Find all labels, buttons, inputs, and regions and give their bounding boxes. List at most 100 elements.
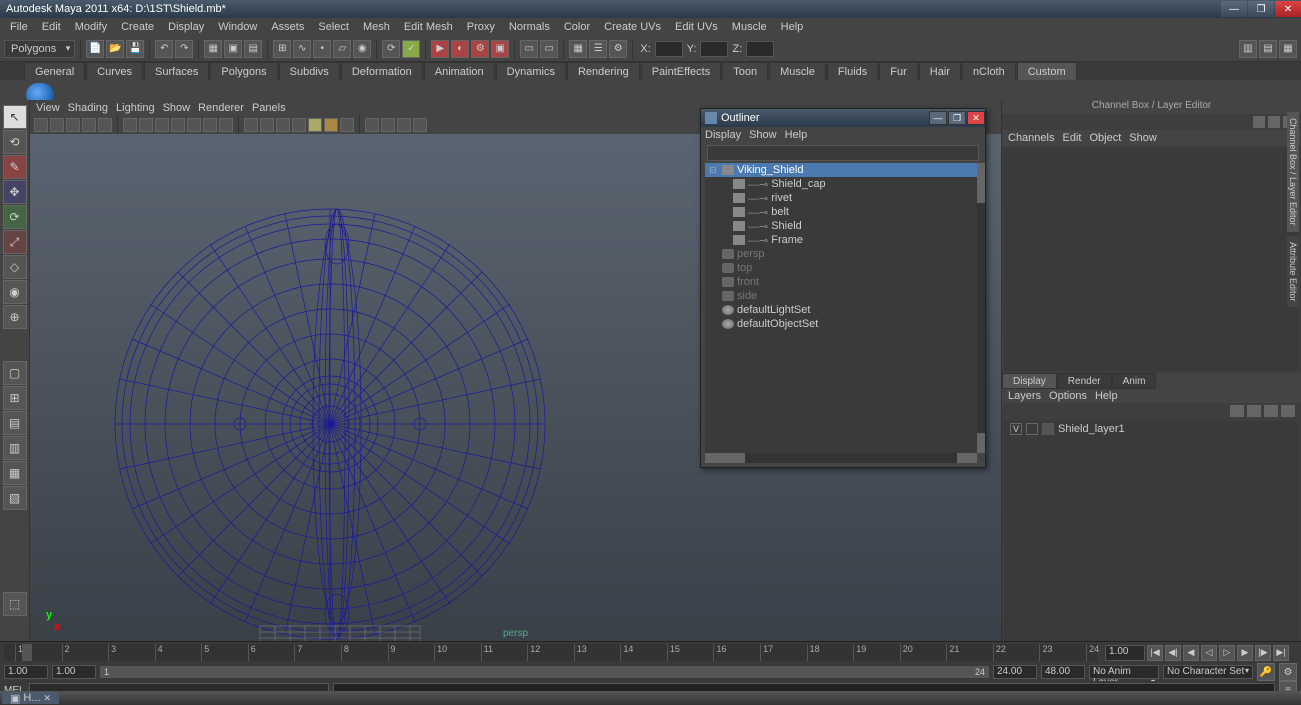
new-scene-icon[interactable]: 📄 [86, 40, 104, 58]
ch-menu-channels[interactable]: Channels [1008, 132, 1054, 144]
four-view-icon[interactable]: ⊞ [3, 386, 27, 410]
render-view-icon[interactable]: ▣ [491, 40, 509, 58]
step-forward-key-icon[interactable]: |▶ [1255, 645, 1271, 661]
vp-resolution-gate-icon[interactable] [155, 118, 169, 132]
range-track[interactable]: 1 24 [100, 666, 989, 678]
outliner-item-rivet[interactable]: —⊸rivet [705, 191, 977, 205]
outliner-item-side[interactable]: side [705, 289, 977, 303]
shelf-tab-subdivs[interactable]: Subdivs [279, 62, 340, 80]
outliner-item-front[interactable]: front [705, 275, 977, 289]
anim-layer-dropdown[interactable]: No Anim Layer [1089, 665, 1159, 679]
vp-camera-icon[interactable] [34, 118, 48, 132]
outliner-maximize-button[interactable]: ❐ [948, 111, 966, 125]
step-forward-icon[interactable]: ▶ [1237, 645, 1253, 661]
outliner-item-defaultobjectset[interactable]: defaultObjectSet [705, 317, 977, 331]
menu-assets[interactable]: Assets [265, 19, 310, 35]
select-hierarchy-icon[interactable]: ▦ [204, 40, 222, 58]
menu-edituvs[interactable]: Edit UVs [669, 19, 724, 35]
hypershade-persp-icon[interactable]: ▦ [3, 461, 27, 485]
shelf-tab-fur[interactable]: Fur [879, 62, 918, 80]
y-field[interactable] [700, 41, 728, 57]
outliner-item-belt[interactable]: —⊸belt [705, 205, 977, 219]
vp-menu-view[interactable]: View [36, 102, 60, 114]
layer-up-icon[interactable] [1264, 405, 1278, 417]
outliner-item-top[interactable]: top [705, 261, 977, 275]
outliner-item-defaultlightset[interactable]: defaultLightSet [705, 303, 977, 317]
sidebar-toggle-3-icon[interactable]: ▦ [1279, 40, 1297, 58]
vp-menu-renderer[interactable]: Renderer [198, 102, 244, 114]
snap-point-icon[interactable]: • [313, 40, 331, 58]
universal-manip-icon[interactable]: ◇ [3, 255, 27, 279]
auto-key-icon[interactable]: 🔑 [1257, 663, 1275, 681]
menu-createuvs[interactable]: Create UVs [598, 19, 667, 35]
play-back-icon[interactable]: ◁ [1201, 645, 1217, 661]
taskbar-item[interactable]: ▣ H... ✕ [2, 692, 59, 704]
vp-gate-mask-icon[interactable] [171, 118, 185, 132]
step-back-key-icon[interactable]: ◀| [1165, 645, 1181, 661]
vp-menu-shading[interactable]: Shading [68, 102, 108, 114]
outliner-search-field[interactable] [707, 145, 979, 161]
go-to-end-icon[interactable]: ▶| [1273, 645, 1289, 661]
time-slider[interactable]: 123456789101112131415161718192021222324 … [0, 641, 1301, 663]
vp-menu-show[interactable]: Show [163, 102, 191, 114]
vp-menu-panels[interactable]: Panels [252, 102, 286, 114]
shelf-tab-muscle[interactable]: Muscle [769, 62, 826, 80]
layer-editor-toggle-icon[interactable]: ☰ [589, 40, 607, 58]
layer-tab-anim[interactable]: Anim [1112, 373, 1157, 389]
vp-safe-title-icon[interactable] [219, 118, 233, 132]
menu-file[interactable]: File [4, 19, 34, 35]
expand-toggle-icon[interactable]: ⊟ [709, 165, 719, 176]
step-back-icon[interactable]: ◀ [1183, 645, 1199, 661]
menu-muscle[interactable]: Muscle [726, 19, 773, 35]
anim-start-field[interactable]: 1.00 [4, 665, 48, 679]
vp-shadows-icon[interactable] [308, 118, 322, 132]
shelf-tab-polygons[interactable]: Polygons [210, 62, 277, 80]
play-end-field[interactable]: 24.00 [993, 665, 1037, 679]
shelf-tab-general[interactable]: General [24, 62, 85, 80]
select-object-icon[interactable]: ▣ [224, 40, 242, 58]
persp-graph-icon[interactable]: ▥ [3, 436, 27, 460]
z-field[interactable] [746, 41, 774, 57]
shelf-tab-fluids[interactable]: Fluids [827, 62, 878, 80]
channel-box-toggle-icon[interactable]: ▦ [569, 40, 587, 58]
ch-icon-1[interactable] [1253, 116, 1265, 128]
outliner-vscrollbar[interactable] [977, 163, 985, 453]
input-abs-icon[interactable]: ▭ [540, 40, 558, 58]
range-thumb[interactable]: 1 24 [100, 666, 989, 678]
layer-down-icon[interactable] [1281, 405, 1295, 417]
scale-tool-icon[interactable]: ⤢ [3, 230, 27, 254]
play-start-field[interactable]: 1.00 [52, 665, 96, 679]
outliner-item-frame[interactable]: —⊸Frame [705, 233, 977, 247]
menu-help[interactable]: Help [775, 19, 810, 35]
outliner-menu-help[interactable]: Help [785, 129, 808, 141]
layer-row[interactable]: V Shield_layer1 [1004, 421, 1299, 437]
menu-display[interactable]: Display [162, 19, 210, 35]
outliner-titlebar[interactable]: Outliner — ❐ ✕ [701, 109, 985, 127]
vp-use-lights-icon[interactable] [292, 118, 306, 132]
sidebar-toggle-1-icon[interactable]: ▥ [1239, 40, 1257, 58]
vp-field-chart-icon[interactable] [187, 118, 201, 132]
show-manip-tool-icon[interactable]: ⊕ [3, 305, 27, 329]
anim-prefs-icon[interactable]: ⚙ [1279, 663, 1297, 681]
time-ruler[interactable]: 123456789101112131415161718192021222324 [4, 644, 1097, 661]
paint-select-tool-icon[interactable]: ✎ [3, 155, 27, 179]
vp-gamma-icon[interactable] [413, 118, 427, 132]
close-button[interactable]: ✕ [1275, 1, 1301, 17]
redo-icon[interactable]: ↷ [175, 40, 193, 58]
rotate-tool-icon[interactable]: ⟳ [3, 205, 27, 229]
layer-menu-options[interactable]: Options [1049, 390, 1087, 402]
minimize-button[interactable]: — [1221, 1, 1247, 17]
shelf-tab-custom[interactable]: Custom [1017, 62, 1077, 80]
layer-menu-help[interactable]: Help [1095, 390, 1118, 402]
sidebar-toggle-2-icon[interactable]: ▤ [1259, 40, 1277, 58]
vp-grease-icon[interactable] [98, 118, 112, 132]
outliner-item-shield[interactable]: —⊸Shield [705, 219, 977, 233]
vp-2d-pan-icon[interactable] [82, 118, 96, 132]
character-set-dropdown[interactable]: No Character Set [1163, 665, 1253, 679]
move-tool-icon[interactable]: ✥ [3, 180, 27, 204]
menu-edit[interactable]: Edit [36, 19, 67, 35]
vp-safe-action-icon[interactable] [203, 118, 217, 132]
history-icon[interactable]: ⟳ [382, 40, 400, 58]
save-scene-icon[interactable]: 💾 [126, 40, 144, 58]
menu-select[interactable]: Select [312, 19, 355, 35]
